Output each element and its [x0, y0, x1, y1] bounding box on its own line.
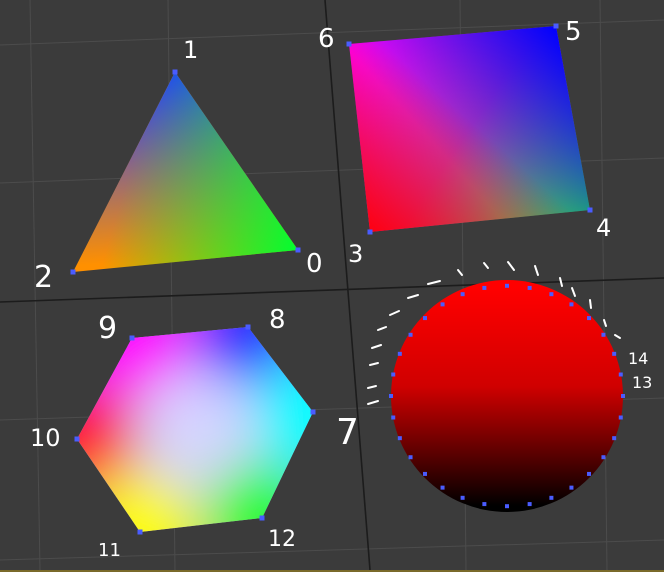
sphere-vertex-marker[interactable] — [587, 316, 592, 321]
sphere-vertex-marker[interactable] — [601, 455, 606, 460]
sphere-vertex-marker[interactable] — [618, 372, 623, 377]
vertex-marker[interactable] — [129, 335, 135, 341]
sphere-vertex-marker[interactable] — [482, 502, 487, 507]
vertex-marker[interactable] — [587, 207, 593, 213]
sphere-vertex-marker[interactable] — [587, 471, 592, 476]
sphere-vertex-marker[interactable] — [527, 502, 532, 507]
vertex-label-11: 11 — [98, 540, 121, 561]
vertex-label-3: 3 — [348, 240, 363, 268]
vertex-label-1: 1 — [183, 36, 198, 64]
sphere-vertex-marker[interactable] — [505, 504, 509, 509]
vertex-marker[interactable] — [74, 436, 80, 442]
sphere-vertex-marker[interactable] — [397, 351, 402, 356]
sphere-vertex-marker[interactable] — [460, 292, 465, 297]
3d-viewport[interactable]: 0 1 2 3 4 5 6 7 8 9 10 11 12 13 14 — [0, 0, 664, 572]
vertex-label-2: 2 — [34, 260, 53, 295]
vertex-marker[interactable] — [310, 409, 316, 415]
vertex-marker[interactable] — [137, 529, 143, 535]
quad-mesh[interactable] — [349, 26, 590, 232]
sphere-vertex-marker[interactable] — [621, 394, 625, 398]
sphere-vertex-marker[interactable] — [440, 485, 445, 490]
sphere-vertex-marker[interactable] — [612, 436, 617, 441]
vertex-marker[interactable] — [295, 247, 301, 253]
vertex-label-9: 9 — [98, 311, 117, 346]
sphere-vertex-marker[interactable] — [612, 351, 617, 356]
vertex-label-14: 14 — [628, 349, 648, 368]
sphere-vertex-marker[interactable] — [422, 316, 427, 321]
vertex-marker[interactable] — [367, 229, 373, 235]
sphere-vertex-marker[interactable] — [422, 471, 427, 476]
vertex-label-13: 13 — [632, 373, 652, 392]
vertex-label-5: 5 — [565, 17, 582, 47]
sphere-vertex-marker[interactable] — [549, 495, 554, 500]
sphere-vertex-marker[interactable] — [440, 302, 445, 307]
triangle-mesh[interactable] — [73, 72, 298, 272]
vertex-marker[interactable] — [172, 69, 178, 75]
sphere-vertex-marker[interactable] — [460, 495, 465, 500]
vertex-marker[interactable] — [245, 324, 251, 330]
sphere-vertex-marker[interactable] — [549, 292, 554, 297]
sphere-vertex-marker[interactable] — [391, 415, 396, 420]
vertex-marker[interactable] — [259, 515, 265, 521]
vertex-label-8: 8 — [269, 305, 286, 335]
vertex-marker[interactable] — [553, 23, 559, 29]
sphere-vertex-marker[interactable] — [408, 455, 413, 460]
sphere-vertex-marker[interactable] — [569, 302, 574, 307]
sphere-vertex-marker[interactable] — [482, 285, 487, 290]
viewport-canvas[interactable]: 0 1 2 3 4 5 6 7 8 9 10 11 12 13 14 — [0, 0, 664, 570]
sphere-vertex-marker[interactable] — [505, 283, 509, 288]
vertex-label-0: 0 — [306, 249, 323, 279]
sphere-vertex-marker[interactable] — [408, 332, 413, 337]
vertex-label-12: 12 — [268, 527, 296, 552]
sphere-vertex-marker[interactable] — [527, 285, 532, 290]
sphere-vertex-marker[interactable] — [618, 415, 623, 420]
hexagon-mesh[interactable] — [17, 272, 373, 570]
sphere-mesh[interactable] — [391, 280, 623, 512]
sphere-vertex-marker[interactable] — [391, 372, 396, 377]
vertex-label-4: 4 — [596, 214, 611, 242]
vertex-marker[interactable] — [346, 41, 352, 47]
sphere-vertex-marker[interactable] — [601, 332, 606, 337]
vertex-label-6: 6 — [318, 24, 335, 54]
sphere-vertex-marker[interactable] — [397, 436, 402, 441]
sphere-vertex-marker[interactable] — [389, 394, 393, 398]
vertex-label-7: 7 — [336, 412, 359, 453]
vertex-label-10: 10 — [30, 424, 61, 452]
vertex-marker[interactable] — [70, 269, 76, 275]
sphere-vertex-marker[interactable] — [569, 485, 574, 490]
